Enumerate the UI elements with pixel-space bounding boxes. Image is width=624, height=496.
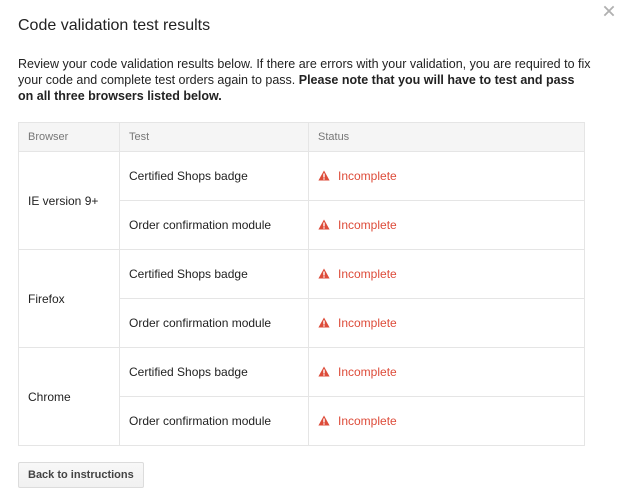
- warning-icon: [318, 317, 330, 328]
- column-header-browser: Browser: [18, 122, 120, 152]
- status-text: Incomplete: [338, 218, 397, 232]
- status-text: Incomplete: [338, 169, 397, 183]
- test-cell: Order confirmation module: [119, 298, 309, 348]
- test-cell: Certified Shops badge: [119, 249, 309, 299]
- status-cell: Incomplete: [308, 298, 585, 348]
- warning-icon: [318, 170, 330, 181]
- status-cell: Incomplete: [308, 249, 585, 299]
- status-text: Incomplete: [338, 316, 397, 330]
- status-cell: Incomplete: [308, 151, 585, 201]
- browser-cell: IE version 9+: [18, 151, 120, 250]
- close-icon[interactable]: [602, 4, 616, 18]
- status-text: Incomplete: [338, 365, 397, 379]
- dialog-title: Code validation test results: [18, 17, 211, 34]
- status-cell: Incomplete: [308, 200, 585, 250]
- browser-cell: Chrome: [18, 347, 120, 446]
- validation-results-dialog: Code validation test results Review your…: [0, 0, 624, 496]
- results-table: Browser Test Status IE version 9+ Certif…: [18, 122, 585, 446]
- test-cell: Order confirmation module: [119, 200, 309, 250]
- warning-icon: [318, 219, 330, 230]
- test-cell: Certified Shops badge: [119, 347, 309, 397]
- description: Review your code validation results belo…: [18, 56, 593, 104]
- table-row: IE version 9+ Certified Shops badge Inco…: [18, 151, 585, 250]
- column-header-status: Status: [308, 122, 585, 152]
- column-header-test: Test: [119, 122, 309, 152]
- table-header-row: Browser Test Status: [18, 122, 585, 152]
- test-cell: Order confirmation module: [119, 396, 309, 446]
- warning-icon: [318, 366, 330, 377]
- status-cell: Incomplete: [308, 347, 585, 397]
- table-row: Firefox Certified Shops badge Incomplete: [18, 249, 585, 348]
- browser-cell: Firefox: [18, 249, 120, 348]
- test-cell: Certified Shops badge: [119, 151, 309, 201]
- warning-icon: [318, 268, 330, 279]
- status-text: Incomplete: [338, 414, 397, 428]
- back-to-instructions-button[interactable]: Back to instructions: [18, 462, 144, 488]
- status-cell: Incomplete: [308, 396, 585, 446]
- table-row: Chrome Certified Shops badge Incomplete: [18, 347, 585, 446]
- warning-icon: [318, 415, 330, 426]
- status-text: Incomplete: [338, 267, 397, 281]
